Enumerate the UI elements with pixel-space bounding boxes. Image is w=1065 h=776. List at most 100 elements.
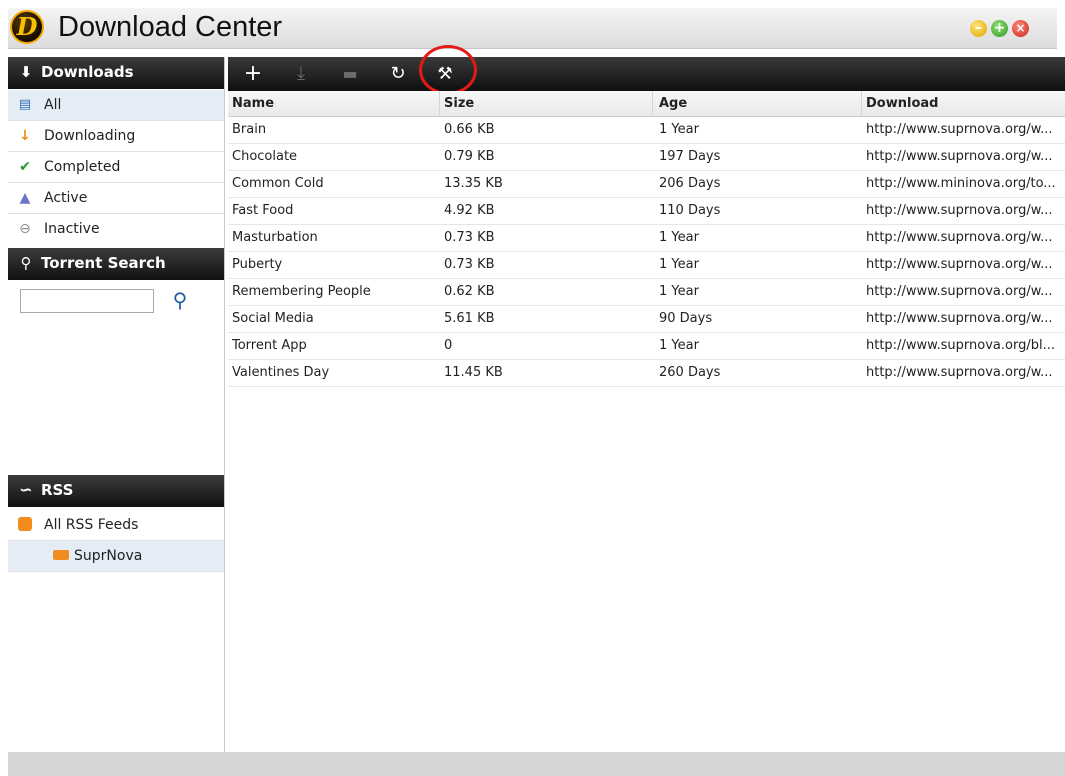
cell-download: http://www.suprnova.org/w... xyxy=(866,230,1053,245)
cell-size: 4.92 KB xyxy=(444,203,495,218)
sidebar: ⬇ Downloads ▤ All ↓ Downloading ✔ Comple… xyxy=(8,57,225,752)
cell-download: http://www.suprnova.org/bl... xyxy=(866,338,1055,353)
sidebar-item-suprnova[interactable]: SuprNova xyxy=(8,541,224,572)
title-bar: D Download Center – + × xyxy=(8,8,1057,49)
cell-name: Brain xyxy=(232,122,267,137)
cell-age: 1 Year xyxy=(659,338,699,353)
cell-name: Masturbation xyxy=(232,230,318,245)
downloads-section-header: ⬇ Downloads xyxy=(8,57,224,89)
rss-header-label: RSS xyxy=(41,481,74,499)
refresh-icon[interactable]: ↻ xyxy=(385,61,411,87)
sidebar-item-label: Downloading xyxy=(44,128,136,144)
highlight-ring xyxy=(419,45,477,95)
table-row[interactable]: Puberty 0.73 KB 1 Year http://www.suprno… xyxy=(228,252,1065,279)
column-header-age[interactable]: Age xyxy=(659,91,859,116)
list-icon: ▤ xyxy=(18,97,32,112)
close-button[interactable]: × xyxy=(1012,20,1029,37)
cell-download: http://www.suprnova.org/w... xyxy=(866,257,1053,272)
plus-icon[interactable]: + xyxy=(240,61,266,87)
search-icon: ⚲ xyxy=(20,254,32,272)
cell-size: 13.35 KB xyxy=(444,176,503,191)
sidebar-item-downloading[interactable]: ↓ Downloading xyxy=(8,121,224,152)
cell-name: Fast Food xyxy=(232,203,294,218)
table-row[interactable]: Masturbation 0.73 KB 1 Year http://www.s… xyxy=(228,225,1065,252)
sidebar-item-label: Active xyxy=(44,190,88,206)
cell-size: 0.66 KB xyxy=(444,122,495,137)
cell-size: 11.45 KB xyxy=(444,365,503,380)
arrow-down-icon: ⬇ xyxy=(19,63,33,81)
maximize-button[interactable]: + xyxy=(991,20,1008,37)
downloads-table: Name Size Age Download Brain 0.66 KB 1 Y… xyxy=(228,91,1065,387)
cell-age: 206 Days xyxy=(659,176,721,191)
cell-download: http://www.suprnova.org/w... xyxy=(866,122,1053,137)
table-row[interactable]: Brain 0.66 KB 1 Year http://www.suprnova… xyxy=(228,117,1065,144)
table-row[interactable]: Remembering People 0.62 KB 1 Year http:/… xyxy=(228,279,1065,306)
cell-name: Chocolate xyxy=(232,149,298,164)
cell-age: 1 Year xyxy=(659,284,699,299)
cell-name: Social Media xyxy=(232,311,314,326)
cell-download: http://www.suprnova.org/w... xyxy=(866,149,1053,164)
cell-age: 260 Days xyxy=(659,365,721,380)
table-row[interactable]: Chocolate 0.79 KB 197 Days http://www.su… xyxy=(228,144,1065,171)
rss-feed-icon xyxy=(52,541,70,571)
check-icon: ✔ xyxy=(19,159,31,175)
cell-age: 90 Days xyxy=(659,311,713,326)
sidebar-item-active[interactable]: ▲ Active xyxy=(8,183,224,214)
cell-size: 0.62 KB xyxy=(444,284,495,299)
sidebar-item-completed[interactable]: ✔ Completed xyxy=(8,152,224,183)
sidebar-item-label: Inactive xyxy=(44,221,100,237)
folder-icon[interactable]: ▬ xyxy=(337,61,363,87)
minimize-button[interactable]: – xyxy=(970,20,987,37)
cell-size: 0 xyxy=(444,338,453,353)
column-header-download[interactable]: Download xyxy=(866,91,1061,116)
cell-size: 0.73 KB xyxy=(444,257,495,272)
cell-size: 0.73 KB xyxy=(444,230,495,245)
search-icon[interactable]: ⚲ xyxy=(168,287,192,313)
sidebar-item-label: SuprNova xyxy=(74,548,143,564)
arrow-down-icon: ↓ xyxy=(19,128,31,144)
status-bar xyxy=(8,752,1065,776)
sidebar-item-label: All RSS Feeds xyxy=(44,517,139,533)
cell-name: Common Cold xyxy=(232,176,324,191)
cell-age: 197 Days xyxy=(659,149,721,164)
sidebar-item-label: All xyxy=(44,97,62,113)
table-row[interactable]: Fast Food 4.92 KB 110 Days http://www.su… xyxy=(228,198,1065,225)
sidebar-item-label: Completed xyxy=(44,159,121,175)
table-row[interactable]: Valentines Day 11.45 KB 260 Days http://… xyxy=(228,360,1065,387)
table-row[interactable]: Social Media 5.61 KB 90 Days http://www.… xyxy=(228,306,1065,333)
cell-age: 1 Year xyxy=(659,122,699,137)
rss-icon: ∽ xyxy=(19,480,33,499)
cell-download: http://www.suprnova.org/w... xyxy=(866,365,1053,380)
window-title: Download Center xyxy=(58,11,283,43)
active-triangle-icon: ▲ xyxy=(19,190,31,206)
rss-icon xyxy=(16,510,34,540)
cell-download: http://www.suprnova.org/w... xyxy=(866,203,1053,218)
cell-size: 0.79 KB xyxy=(444,149,495,164)
cell-age: 110 Days xyxy=(659,203,721,218)
table-row[interactable]: Torrent App 0 1 Year http://www.suprnova… xyxy=(228,333,1065,360)
sidebar-item-inactive[interactable]: ⊖ Inactive xyxy=(8,214,224,244)
table-row[interactable]: Common Cold 13.35 KB 206 Days http://www… xyxy=(228,171,1065,198)
column-header-size[interactable]: Size xyxy=(444,91,644,116)
cell-name: Puberty xyxy=(232,257,283,272)
download-icon[interactable]: ⤓ xyxy=(288,61,314,87)
table-header-row: Name Size Age Download xyxy=(228,91,1065,117)
torrent-search-header-label: Torrent Search xyxy=(41,254,166,272)
toolbar: + ⤓ ▬ ↻ ⚒ xyxy=(228,57,1065,91)
cell-download: http://www.suprnova.org/w... xyxy=(866,284,1053,299)
sidebar-item-all-rss-feeds[interactable]: All RSS Feeds xyxy=(8,510,224,541)
column-header-name[interactable]: Name xyxy=(232,91,432,116)
cell-size: 5.61 KB xyxy=(444,311,495,326)
cell-download: http://www.mininova.org/to... xyxy=(866,176,1056,191)
cell-name: Valentines Day xyxy=(232,365,330,380)
cell-name: Torrent App xyxy=(232,338,307,353)
cell-age: 1 Year xyxy=(659,230,699,245)
cell-name: Remembering People xyxy=(232,284,371,299)
app-logo: D xyxy=(10,10,44,44)
torrent-search-section-header: ⚲ Torrent Search xyxy=(8,248,224,280)
downloads-header-label: Downloads xyxy=(41,63,134,81)
torrent-search-input[interactable] xyxy=(20,289,154,313)
sidebar-item-all[interactable]: ▤ All xyxy=(8,90,224,121)
rss-section-header: ∽ RSS xyxy=(8,475,224,507)
minus-circle-icon: ⊖ xyxy=(19,221,31,237)
